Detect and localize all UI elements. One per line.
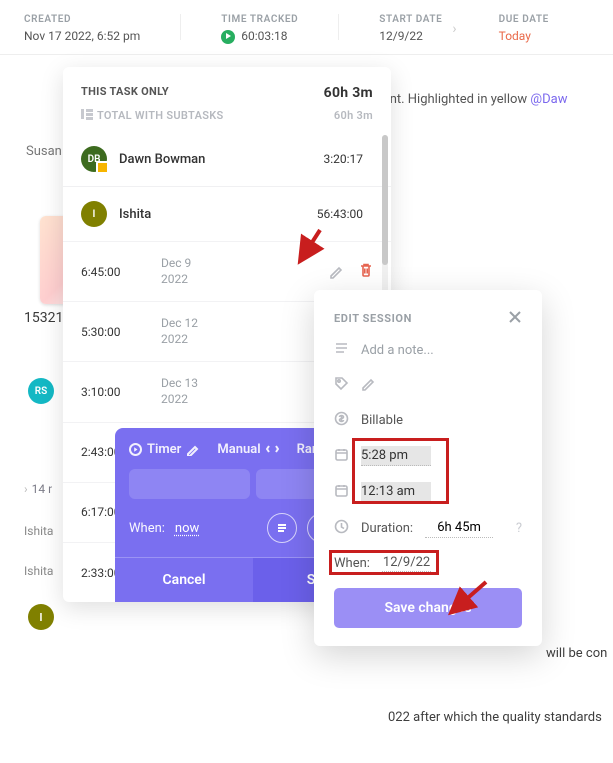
user-total: 56:43:00 [317, 207, 363, 221]
help-icon[interactable]: ? [516, 521, 522, 536]
trash-icon [358, 262, 373, 278]
clock-icon [334, 519, 349, 538]
avatar: I [81, 201, 107, 227]
when-label: When: [334, 556, 370, 571]
tracker-cancel-button[interactable]: Cancel [115, 558, 253, 602]
tracker-when-label: When: [129, 521, 165, 536]
session-duration: 3:10:00 [81, 385, 139, 399]
duration-label: Duration: [361, 521, 413, 536]
scrollbar-thumb[interactable] [382, 135, 388, 265]
meta-time-tracked[interactable]: TIME TRACKED 60:03:18 [221, 14, 298, 44]
chevron-right-icon: › [452, 21, 456, 37]
meta-created-value: Nov 17 2022, 6:52 pm [24, 29, 140, 43]
lines-icon [334, 341, 349, 360]
user-total: 3:20:17 [323, 152, 363, 166]
session-date: Dec 132022 [161, 376, 198, 407]
meta-start-date-label: START DATE [379, 14, 442, 25]
meta-time-tracked-value: 60:03:18 [221, 29, 298, 44]
note-button[interactable] [267, 513, 297, 543]
meta-start-date-value: 12/9/22 [379, 29, 442, 43]
tracker-when-value[interactable]: now [175, 521, 199, 536]
edit-session-button[interactable] [329, 264, 344, 279]
comment-fragment: 022 after which the quality standards [388, 710, 602, 725]
close-icon [508, 310, 522, 324]
delete-session-button[interactable] [358, 262, 373, 282]
arrows-icon [266, 443, 279, 456]
end-time-input[interactable] [361, 482, 431, 502]
meta-start-date[interactable]: START DATE 12/9/22 [379, 14, 442, 43]
edit-billable-row[interactable]: Billable [334, 411, 522, 430]
edit-session-popover: EDIT SESSION Add a note... Billable Dura… [314, 290, 542, 646]
subtasks-icon [81, 109, 93, 119]
lines-icon [275, 521, 289, 535]
session-duration: 5:30:00 [81, 325, 139, 339]
mention[interactable]: @Daw [530, 92, 567, 107]
author-name: Ishita [24, 564, 53, 578]
edit-duration-row: Duration: ? [334, 518, 522, 538]
meta-due-date-value: Today [499, 29, 549, 43]
edit-start-time-row [334, 446, 522, 466]
time-user-row[interactable]: DB Dawn Bowman 3:20:17 [63, 132, 391, 186]
comment-fragment: mment. Highlighted in yellow @Daw [360, 92, 567, 107]
total-with-subtasks-total: 60h 3m [334, 109, 373, 122]
meta-created: CREATED Nov 17 2022, 6:52 pm [24, 14, 140, 43]
calendar-icon [334, 483, 349, 502]
author-name: Ishita [24, 524, 53, 538]
play-icon[interactable] [221, 30, 235, 44]
divider [180, 14, 181, 40]
edit-tags-row[interactable] [334, 376, 522, 395]
session-date: Dec 92022 [161, 256, 191, 287]
tab-timer[interactable]: Timer [129, 442, 199, 457]
author-name: Susan [26, 144, 62, 159]
edit-end-time-row [334, 482, 522, 502]
this-task-only-label: THIS TASK ONLY [81, 85, 169, 101]
meta-due-date[interactable]: DUE DATE Today [499, 14, 549, 43]
user-name: Ishita [119, 207, 305, 222]
avatar-i[interactable]: I [28, 604, 54, 630]
page-number: 15321 [24, 310, 63, 326]
billable-label: Billable [361, 413, 403, 428]
tag-icon [334, 376, 349, 395]
calendar-icon [334, 447, 349, 466]
avatar-rs[interactable]: RS [28, 378, 54, 404]
edit-when-row: When: 12/9/22 [334, 554, 522, 572]
play-circle-icon [129, 443, 142, 456]
tab-manual[interactable]: Manual [217, 442, 278, 457]
meta-time-tracked-label: TIME TRACKED [221, 14, 298, 25]
avatar: DB [81, 146, 107, 172]
meta-due-date-label: DUE DATE [499, 14, 549, 25]
session-duration: 6:45:00 [81, 265, 139, 279]
time-tracking-header: THIS TASK ONLY 60h 3m TOTAL WITH SUBTASK… [63, 67, 391, 132]
session-date: Dec 122022 [161, 316, 198, 347]
meta-created-label: CREATED [24, 14, 140, 25]
chevron-right-icon: › [24, 482, 28, 496]
edit-session-title: EDIT SESSION [334, 312, 412, 325]
more-replies-link[interactable]: ›14 r [24, 482, 52, 496]
task-meta-row: CREATED Nov 17 2022, 6:52 pm TIME TRACKE… [0, 0, 613, 55]
pencil-icon [361, 376, 376, 395]
when-value[interactable]: 12/9/22 [382, 554, 431, 572]
edit-note-row[interactable]: Add a note... [334, 341, 522, 360]
dollar-icon [334, 411, 349, 430]
duration-input[interactable] [425, 518, 493, 538]
divider [338, 14, 339, 40]
total-with-subtasks-label[interactable]: TOTAL WITH SUBTASKS [81, 109, 224, 122]
user-name: Dawn Bowman [119, 152, 311, 167]
start-time-input[interactable] [361, 446, 431, 466]
time-user-row[interactable]: I Ishita 56:43:00 [63, 186, 391, 241]
note-placeholder: Add a note... [361, 343, 434, 358]
pencil-icon [329, 264, 344, 279]
close-button[interactable] [508, 310, 522, 327]
pencil-icon [186, 443, 199, 456]
save-changes-button[interactable]: Save changes [334, 588, 522, 628]
comment-fragment: will be con [546, 646, 607, 661]
this-task-only-total: 60h 3m [324, 85, 373, 101]
tracker-start-input[interactable] [129, 469, 250, 499]
